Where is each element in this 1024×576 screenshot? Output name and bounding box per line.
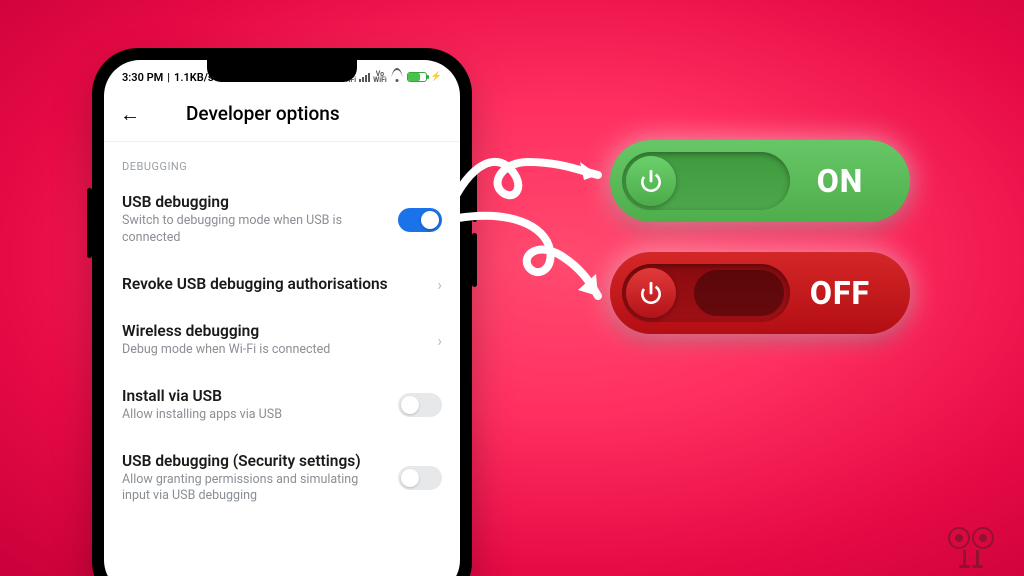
brand-eye-icon bbox=[948, 527, 970, 549]
row-install-via-usb[interactable]: Install via USB Allow installing apps vi… bbox=[104, 373, 460, 438]
vowifi-icon: VoWiFi bbox=[373, 71, 387, 83]
off-pill-label: OFF bbox=[790, 274, 910, 312]
toggle-usb-debugging-security[interactable] bbox=[398, 466, 442, 490]
battery-icon bbox=[407, 72, 427, 82]
on-pill-label: ON bbox=[790, 162, 910, 200]
row-title: USB debugging bbox=[122, 193, 388, 211]
off-pill-slot bbox=[622, 264, 790, 322]
row-subtitle: Debug mode when Wi-Fi is connected bbox=[122, 342, 427, 359]
charging-icon: ⚡ bbox=[431, 72, 442, 82]
phone-side-button bbox=[87, 188, 92, 258]
row-revoke-usb-auth[interactable]: Revoke USB debugging authorisations › bbox=[104, 261, 460, 308]
row-subtitle: Switch to debugging mode when USB is con… bbox=[122, 213, 388, 247]
phone-frame: 3:30 PM | 1.1KB/s VoWiFi VoWiFi ⚡ bbox=[92, 48, 472, 576]
row-usb-debugging[interactable]: USB debugging Switch to debugging mode w… bbox=[104, 179, 460, 261]
row-title: Revoke USB debugging authorisations bbox=[122, 275, 427, 293]
toggle-usb-debugging[interactable] bbox=[398, 208, 442, 232]
row-title: Wireless debugging bbox=[122, 322, 427, 340]
off-pill: OFF bbox=[610, 252, 910, 334]
toggle-install-via-usb[interactable] bbox=[398, 393, 442, 417]
section-label-debugging: DEBUGGING bbox=[104, 142, 460, 179]
brand-eye-icon bbox=[972, 527, 994, 549]
chevron-right-icon: › bbox=[437, 331, 442, 350]
row-subtitle: Allow installing apps via USB bbox=[122, 407, 388, 424]
chevron-right-icon: › bbox=[437, 275, 442, 294]
power-icon bbox=[626, 156, 676, 206]
status-time: 3:30 PM bbox=[122, 71, 163, 84]
phone-screen: 3:30 PM | 1.1KB/s VoWiFi VoWiFi ⚡ bbox=[104, 60, 460, 576]
status-divider: | bbox=[167, 71, 170, 84]
row-title: USB debugging (Security settings) bbox=[122, 452, 388, 470]
on-pill: ON bbox=[610, 140, 910, 222]
wifi-icon bbox=[390, 72, 404, 82]
row-title: Install via USB bbox=[122, 387, 388, 405]
row-wireless-debugging[interactable]: Wireless debugging Debug mode when Wi-Fi… bbox=[104, 308, 460, 373]
off-pill-track bbox=[694, 270, 784, 316]
phone-side-button bbox=[472, 233, 477, 287]
power-icon bbox=[626, 268, 676, 318]
row-usb-debugging-security[interactable]: USB debugging (Security settings) Allow … bbox=[104, 438, 460, 536]
phone-notch bbox=[207, 60, 357, 82]
row-subtitle: Allow granting permissions and simulatin… bbox=[122, 472, 388, 506]
brand-mark bbox=[948, 527, 994, 566]
phone-side-button bbox=[472, 168, 477, 222]
stage: 3:30 PM | 1.1KB/s VoWiFi VoWiFi ⚡ bbox=[0, 0, 1024, 576]
screen-header: ← Developer options bbox=[104, 90, 460, 142]
on-pill-slot bbox=[622, 152, 790, 210]
back-icon[interactable]: ← bbox=[120, 104, 140, 124]
signal-icon bbox=[359, 73, 370, 82]
page-title: Developer options bbox=[186, 102, 444, 125]
